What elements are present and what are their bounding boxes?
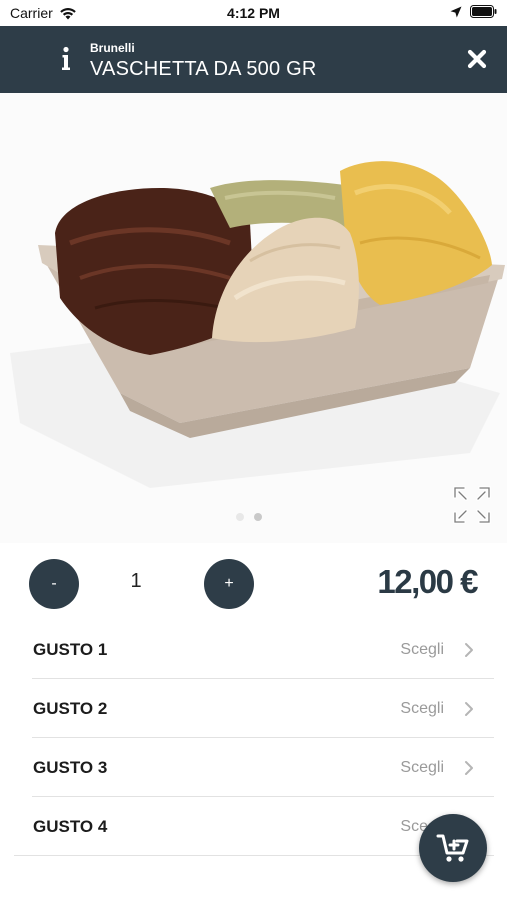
- flavor-label: GUSTO 4: [33, 817, 108, 836]
- chevron-right-icon: [465, 761, 473, 775]
- location-arrow-icon: [450, 6, 462, 17]
- page-title: VASCHETTA DA 500 GR: [90, 58, 317, 80]
- battery-icon: [470, 5, 497, 18]
- status-time: 4:12 PM: [227, 5, 280, 21]
- status-bar: Carrier 4:12 PM: [0, 0, 507, 26]
- gelato-tub-image: [10, 161, 505, 488]
- carousel-dot[interactable]: [236, 513, 244, 521]
- choose-label: Scegli: [400, 700, 444, 717]
- flavor-row-3[interactable]: GUSTO 3 Scegli: [32, 738, 494, 797]
- product-image-carousel[interactable]: [0, 93, 507, 543]
- flavor-row-1[interactable]: GUSTO 1 Scegli: [32, 620, 494, 679]
- choose-label: Scegli: [400, 759, 444, 776]
- info-icon[interactable]: [56, 46, 76, 72]
- decrease-quantity-button[interactable]: -: [29, 559, 79, 609]
- expand-icon[interactable]: [452, 485, 492, 525]
- product-price: 12,00 €: [377, 563, 478, 600]
- flavor-label: GUSTO 1: [33, 640, 108, 659]
- app-header: Brunelli VASCHETTA DA 500 GR: [0, 26, 507, 93]
- carousel-pagination: [236, 513, 262, 521]
- add-to-cart-button[interactable]: [419, 814, 487, 882]
- quantity-price-row: - 1 + 12,00 €: [0, 543, 507, 625]
- header-brand: Brunelli: [90, 41, 135, 55]
- chevron-right-icon: [465, 643, 473, 657]
- header-titles: Brunelli VASCHETTA DA 500 GR: [90, 41, 316, 81]
- flavor-label: GUSTO 3: [33, 758, 108, 777]
- quantity-value: 1: [130, 570, 142, 592]
- add-to-cart-icon: [436, 834, 469, 862]
- carousel-dot-active[interactable]: [254, 513, 262, 521]
- flavor-label: GUSTO 2: [33, 699, 108, 718]
- flavor-row-2[interactable]: GUSTO 2 Scegli: [32, 679, 494, 738]
- increase-quantity-button[interactable]: +: [204, 559, 254, 609]
- chevron-right-icon: [465, 702, 473, 716]
- status-indicators: [450, 5, 497, 18]
- choose-label: Scegli: [400, 641, 444, 658]
- flavor-list: GUSTO 1 Scegli GUSTO 2 Scegli GUSTO 3 Sc…: [32, 620, 494, 856]
- close-icon[interactable]: [466, 48, 488, 70]
